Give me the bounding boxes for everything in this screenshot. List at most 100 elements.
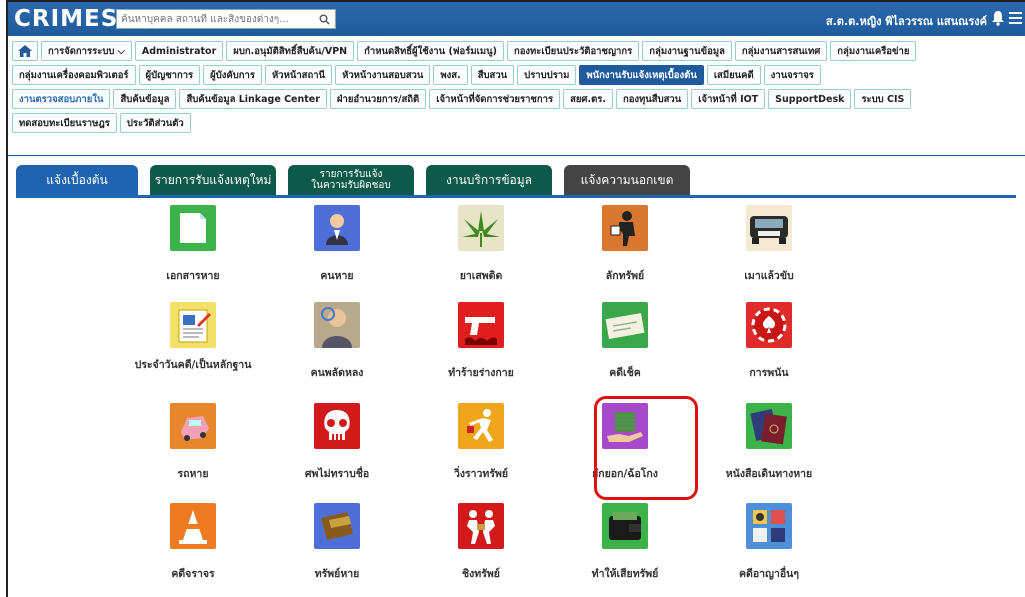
damaged-wallet-icon — [602, 503, 648, 549]
item-label: ประจำวันคดี/เป็นหลักฐาน — [134, 359, 252, 371]
item-snatch-theft[interactable]: วิ่งราวทรัพย์ — [406, 403, 556, 482]
menu-administrator[interactable]: Administrator — [134, 41, 224, 61]
menu-assistance-officer[interactable]: เจ้าหน้าที่จัดการช่วยราชการ — [429, 89, 561, 109]
item-label: คนพลัดหลง — [310, 367, 364, 379]
search-icon[interactable] — [317, 12, 331, 26]
item-daily-record[interactable]: ประจำวันคดี/เป็นหลักฐาน — [118, 302, 268, 373]
menu-iot-officer[interactable]: เจ้าหน้าที่ IOT — [691, 89, 766, 109]
menu-support-desk[interactable]: SupportDesk — [768, 89, 852, 109]
item-missing-person[interactable]: คนหาย — [262, 205, 412, 284]
menu-suppression[interactable]: ปราบปราม — [517, 65, 577, 85]
menu-cis-system[interactable]: ระบบ CIS — [854, 89, 912, 109]
menu-linkage-center[interactable]: สืบค้นข้อมูล Linkage Center — [179, 89, 327, 109]
menu-database-group[interactable]: กลุ่มงานฐานข้อมูล — [642, 41, 732, 61]
item-label: หนังสือเดินทางหาย — [725, 468, 813, 480]
menu-system-management[interactable]: การจัดการระบบ ⌵ — [41, 41, 132, 61]
menu-investigation-chief[interactable]: หัวหน้างานสอบสวน — [335, 65, 431, 85]
item-label: ทำร้ายร่างกาย — [448, 367, 514, 379]
menu-data-search[interactable]: สืบค้นข้อมูล — [113, 89, 177, 109]
tab-my-reports[interactable]: รายการรับแจ้ง ในความรับผิดชอบ — [288, 165, 414, 195]
home-button[interactable] — [12, 41, 38, 61]
bell-icon[interactable] — [991, 10, 1005, 26]
other-cases-icon — [746, 503, 792, 549]
notebook-icon — [170, 302, 216, 348]
menu-row-1: การจัดการระบบ ⌵ Administrator ผบก.อนุมัต… — [12, 41, 1012, 61]
item-label: ชิงทรัพย์ — [462, 568, 500, 580]
item-drugs[interactable]: ยาเสพติด — [406, 205, 556, 284]
tab-my-reports-label: รายการรับแจ้ง ในความรับผิดชอบ — [311, 169, 391, 191]
item-label: ลักทรัพย์ — [605, 270, 645, 282]
menu-investigation-fund[interactable]: กองทุนสืบสวน — [615, 89, 689, 109]
tab-bar: แจ้งเบื้องต้น รายการรับแจ้งเหตุใหม่ รายก… — [16, 165, 690, 195]
role-menu: การจัดการระบบ ⌵ Administrator ผบก.อนุมัต… — [12, 41, 1012, 137]
item-lost-property[interactable]: ทรัพย์หาย — [262, 503, 412, 582]
search-box[interactable] — [116, 9, 336, 29]
cannabis-icon — [458, 205, 504, 251]
divider — [8, 155, 1025, 156]
item-lost-person[interactable]: คนพลัดหลง — [262, 302, 412, 381]
car-icon — [746, 205, 792, 251]
menu-syot[interactable]: สยศ.ตร. — [563, 89, 613, 109]
menu-station-chief[interactable]: หัวหน้าสถานี — [264, 65, 333, 85]
item-drunk-driving[interactable]: เมาแล้วขับ — [694, 205, 844, 284]
tab-data-services[interactable]: งานบริการข้อมูล — [426, 165, 552, 195]
item-lost-document[interactable]: เอกสารหาย — [118, 205, 268, 284]
item-property-damage[interactable]: ทำให้เสียทรัพย์ — [550, 503, 700, 582]
menu-investigation[interactable]: สืบสวน — [470, 65, 515, 85]
lost-person-icon — [314, 302, 360, 348]
thief-icon — [602, 205, 648, 251]
item-unidentified-body[interactable]: ศพไม่ทราบชื่อ — [262, 403, 412, 482]
menu-internal-audit[interactable]: งานตรวจสอบภายใน — [12, 89, 111, 109]
item-robbery[interactable]: ชิงทรัพย์ — [406, 503, 556, 582]
search-input[interactable] — [121, 13, 317, 25]
item-label: ศพไม่ทราบชื่อ — [304, 468, 370, 480]
highlight-circle — [594, 396, 698, 500]
menu-initial-report-officer[interactable]: พนักงานรับแจ้งเหตุเบื้องต้น — [579, 65, 704, 85]
item-theft[interactable]: ลักทรัพย์ — [550, 205, 700, 284]
item-check-case[interactable]: คดีเช็ค — [550, 302, 700, 381]
menu-criminal-records[interactable]: กองทะเบียนประวัติอาชญากร — [506, 41, 640, 61]
menu-personal-profile[interactable]: ประวัติส่วนตัว — [119, 113, 191, 133]
menu-row-4: ทดสอบทะเบียนราษฎร ประวัติส่วนตัว — [12, 113, 1012, 133]
menu-row-3: งานตรวจสอบภายใน สืบค้นข้อมูล สืบค้นข้อมู… — [12, 89, 1012, 109]
tab-initial-report[interactable]: แจ้งเบื้องต้น — [16, 165, 138, 195]
menu-information-group[interactable]: กลุ่มงานสารสนเทศ — [734, 41, 828, 61]
item-label: คดีอาญาอื่นๆ — [738, 568, 799, 580]
tab-out-of-area-report[interactable]: แจ้งความนอกเขต — [564, 165, 690, 195]
menu-inquiry-officer[interactable]: พงส. — [433, 65, 468, 85]
menu-commissioner[interactable]: ผู้บัญชาการ — [138, 65, 201, 85]
menu-case-clerk[interactable]: เสมียนคดี — [706, 65, 761, 85]
robbery-icon — [458, 503, 504, 549]
skull-icon — [314, 403, 360, 449]
traffic-cone-icon — [170, 503, 216, 549]
item-label: คดีเช็ค — [609, 367, 641, 379]
item-label: รถหาย — [177, 468, 209, 480]
item-label: คนหาย — [320, 270, 354, 282]
item-label: เมาแล้วขับ — [744, 270, 794, 282]
menu-traffic[interactable]: งานจราจร — [763, 65, 821, 85]
menu-vpn-approval[interactable]: ผบก.อนุมัติสิทธิ์สืบค้น/VPN — [226, 41, 355, 61]
item-label: ยาเสพติด — [459, 270, 503, 282]
tab-new-reports[interactable]: รายการรับแจ้งเหตุใหม่ — [150, 165, 276, 195]
casino-chip-icon — [746, 302, 792, 348]
document-icon — [170, 205, 216, 251]
item-traffic-case[interactable]: คดีจราจร — [118, 503, 268, 582]
item-assault[interactable]: ทำร้ายร่างกาย — [406, 302, 556, 381]
passport-icon — [746, 403, 792, 449]
menu-network-group[interactable]: กลุ่มงานเครือข่าย — [830, 41, 917, 61]
item-other-criminal-cases[interactable]: คดีอาญาอื่นๆ — [694, 503, 844, 582]
app-frame: CRIMES ส.ต.ต.หญิง พิไลวรรณ แสนณรงค์ การจ… — [6, 0, 1025, 597]
item-gambling[interactable]: การพนัน — [694, 302, 844, 381]
menu-computer-group[interactable]: กลุ่มงานเครื่องคอมพิวเตอร์ — [12, 65, 136, 85]
menu-commander[interactable]: ผู้บังคับการ — [203, 65, 262, 85]
item-stolen-car[interactable]: รถหาย — [118, 403, 268, 482]
hamburger-menu-icon[interactable] — [1009, 12, 1022, 24]
item-lost-passport[interactable]: หนังสือเดินทางหาย — [694, 403, 844, 482]
menu-user-permission[interactable]: กำหนดสิทธิ์ผู้ใช้งาน (ฟอร์มเมนู) — [357, 41, 504, 61]
menu-civil-registration-test[interactable]: ทดสอบทะเบียนราษฎร — [12, 113, 117, 133]
user-name[interactable]: ส.ต.ต.หญิง พิไลวรรณ แสนณรงค์ — [826, 12, 987, 30]
snatch-thief-icon — [458, 403, 504, 449]
item-label: การพนัน — [749, 367, 789, 379]
menu-administration-statistics[interactable]: ฝ่ายอำนวยการ/สถิติ — [329, 89, 427, 109]
stolen-car-icon — [170, 403, 216, 449]
